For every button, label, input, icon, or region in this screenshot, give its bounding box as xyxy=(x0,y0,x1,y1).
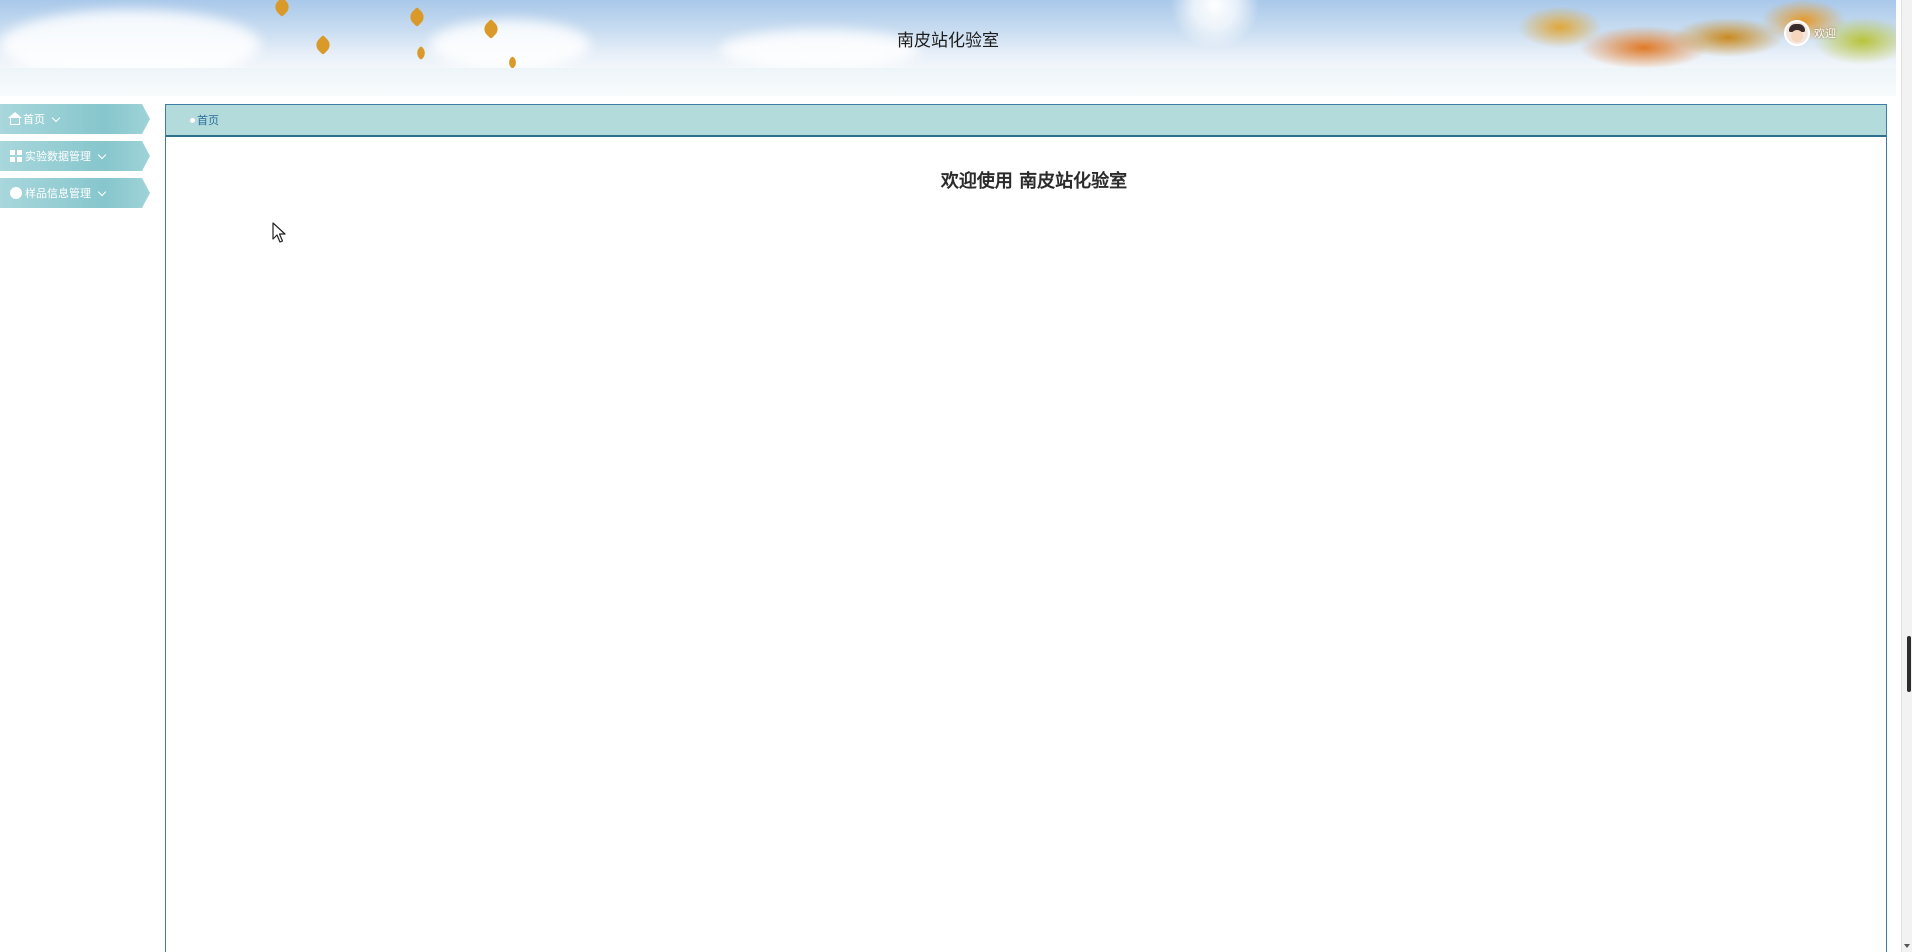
chevron-down-icon xyxy=(51,113,61,122)
sidebar-item-label: 样品信息管理 xyxy=(25,187,91,200)
avatar-icon[interactable] xyxy=(1784,20,1810,46)
main-panel: 首页 欢迎使用 南皮站化验室 xyxy=(165,104,1887,952)
header-banner: 南皮站化验室 欢迎 xyxy=(0,0,1896,68)
scroll-down-arrow-icon[interactable] xyxy=(1904,944,1910,948)
home-icon xyxy=(8,111,22,125)
grid-icon xyxy=(10,150,22,162)
leaf-decoration xyxy=(272,0,292,17)
chevron-down-icon xyxy=(97,150,107,159)
header-subbar xyxy=(0,68,1896,96)
page-scrollbar[interactable] xyxy=(1901,0,1912,952)
page: 南皮站化验室 欢迎 首页 实验数据管理 样品信息管理 首页 欢迎使用 南皮站化验… xyxy=(0,0,1912,952)
leaf-decoration xyxy=(407,7,427,27)
user-menu[interactable]: 欢迎 xyxy=(1784,20,1836,46)
breadcrumb-home-link[interactable]: 首页 xyxy=(197,112,219,128)
breadcrumb: 首页 xyxy=(166,105,1886,137)
sidebar-item-sample-info[interactable]: 样品信息管理 xyxy=(0,178,150,208)
breadcrumb-dot-icon xyxy=(190,117,195,123)
user-welcome-text[interactable]: 欢迎 xyxy=(1814,25,1836,41)
sidebar-item-home[interactable]: 首页 xyxy=(0,104,150,134)
sidebar-item-experiment-data[interactable]: 实验数据管理 xyxy=(0,141,150,171)
mouse-cursor-icon xyxy=(272,222,286,243)
circle-icon xyxy=(10,187,22,199)
scrollbar-thumb[interactable] xyxy=(1907,636,1911,692)
welcome-heading: 欢迎使用 南皮站化验室 xyxy=(940,171,1128,192)
chevron-down-icon xyxy=(97,187,107,196)
sidebar: 首页 实验数据管理 样品信息管理 xyxy=(0,104,150,215)
sidebar-item-label: 实验数据管理 xyxy=(25,150,91,163)
sidebar-item-label: 首页 xyxy=(23,113,45,126)
site-title: 南皮站化验室 xyxy=(897,31,999,51)
